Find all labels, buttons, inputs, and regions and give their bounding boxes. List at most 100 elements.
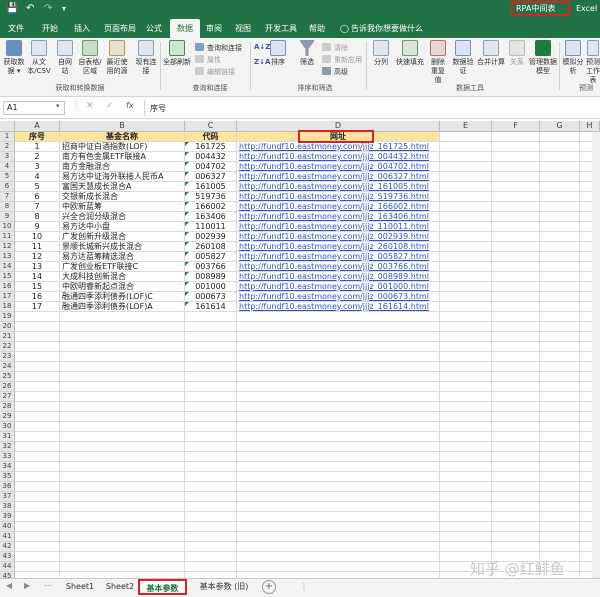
- table-cell[interactable]: [540, 452, 580, 462]
- row-header[interactable]: 8: [0, 202, 15, 212]
- table-cell[interactable]: 交银新成长混合: [60, 192, 185, 202]
- table-cell[interactable]: [15, 492, 60, 502]
- table-cell[interactable]: [540, 322, 580, 332]
- table-cell[interactable]: [440, 542, 492, 552]
- hyperlink-cell[interactable]: http://fundf10.eastmoney.com/jjjz_002939…: [237, 232, 440, 242]
- hyperlink-cell[interactable]: http://fundf10.eastmoney.com/jjjz_003766…: [237, 262, 440, 272]
- row-header[interactable]: 3: [0, 152, 15, 162]
- existing-connections-button[interactable]: 现有连接: [135, 40, 157, 76]
- table-cell[interactable]: [440, 522, 492, 532]
- table-cell[interactable]: [540, 512, 580, 522]
- row-header[interactable]: 1: [0, 132, 15, 142]
- vertical-scrollbar[interactable]: [592, 132, 600, 578]
- row-header[interactable]: 38: [0, 502, 15, 512]
- table-cell[interactable]: [237, 462, 440, 472]
- row-header[interactable]: 36: [0, 482, 15, 492]
- hyperlink-cell[interactable]: http://fundf10.eastmoney.com/jjjz_004432…: [237, 152, 440, 162]
- table-cell[interactable]: [492, 152, 540, 162]
- column-header[interactable]: F: [492, 121, 540, 132]
- refresh-all-button[interactable]: 全部刷新: [163, 40, 191, 67]
- table-cell[interactable]: [185, 362, 237, 372]
- hyperlink-cell[interactable]: http://fundf10.eastmoney.com/jjjz_000673…: [237, 292, 440, 302]
- row-header[interactable]: 32: [0, 442, 15, 452]
- table-cell[interactable]: [492, 212, 540, 222]
- table-cell[interactable]: 163406: [185, 212, 237, 222]
- table-cell[interactable]: [440, 272, 492, 282]
- table-cell[interactable]: [237, 452, 440, 462]
- table-cell[interactable]: [492, 262, 540, 272]
- table-cell[interactable]: 7: [15, 202, 60, 212]
- table-cell[interactable]: 161725: [185, 142, 237, 152]
- table-cell[interactable]: 1: [15, 142, 60, 152]
- table-cell[interactable]: 5: [15, 182, 60, 192]
- table-cell[interactable]: [237, 372, 440, 382]
- table-cell[interactable]: [60, 342, 185, 352]
- menu-insert[interactable]: 插入: [74, 19, 90, 38]
- table-cell[interactable]: [492, 332, 540, 342]
- properties-button[interactable]: 属性: [195, 55, 221, 65]
- table-cell[interactable]: [492, 292, 540, 302]
- table-cell[interactable]: [540, 352, 580, 362]
- table-cell[interactable]: [440, 172, 492, 182]
- table-cell[interactable]: [15, 392, 60, 402]
- table-cell[interactable]: [15, 432, 60, 442]
- table-cell[interactable]: [185, 352, 237, 362]
- table-cell[interactable]: [440, 262, 492, 272]
- table-cell[interactable]: 2: [15, 152, 60, 162]
- save-icon[interactable]: 💾: [6, 3, 18, 15]
- table-cell[interactable]: [540, 392, 580, 402]
- row-header[interactable]: 37: [0, 492, 15, 502]
- table-cell[interactable]: [15, 502, 60, 512]
- table-cell[interactable]: [185, 542, 237, 552]
- table-cell[interactable]: [540, 222, 580, 232]
- table-cell[interactable]: [440, 392, 492, 402]
- table-cell[interactable]: [540, 372, 580, 382]
- table-cell[interactable]: 兴全合润分级混合: [60, 212, 185, 222]
- menu-formulas[interactable]: 公式: [146, 19, 162, 38]
- table-cell[interactable]: [185, 402, 237, 412]
- table-cell[interactable]: [60, 312, 185, 322]
- table-cell[interactable]: [492, 432, 540, 442]
- table-cell[interactable]: 110011: [185, 222, 237, 232]
- table-cell[interactable]: [15, 462, 60, 472]
- table-cell[interactable]: [185, 432, 237, 442]
- table-cell[interactable]: [15, 452, 60, 462]
- table-cell[interactable]: 景顺长城新兴成长混合: [60, 242, 185, 252]
- table-cell[interactable]: [60, 352, 185, 362]
- flash-fill-button[interactable]: 快速填充: [394, 40, 426, 67]
- table-cell[interactable]: [492, 362, 540, 372]
- table-cell[interactable]: [237, 322, 440, 332]
- table-cell[interactable]: [540, 192, 580, 202]
- table-cell[interactable]: [492, 422, 540, 432]
- table-cell[interactable]: 14: [15, 272, 60, 282]
- table-cell[interactable]: [440, 202, 492, 212]
- row-header[interactable]: 43: [0, 552, 15, 562]
- table-cell[interactable]: 9: [15, 222, 60, 232]
- table-cell[interactable]: 易方达中小盘: [60, 222, 185, 232]
- table-cell[interactable]: [60, 502, 185, 512]
- table-cell[interactable]: [440, 322, 492, 332]
- table-cell[interactable]: 161005: [185, 182, 237, 192]
- table-cell[interactable]: [492, 222, 540, 232]
- table-cell[interactable]: [60, 452, 185, 462]
- menu-data[interactable]: 数据: [170, 19, 200, 38]
- table-cell[interactable]: [185, 422, 237, 432]
- table-cell[interactable]: [60, 562, 185, 572]
- table-cell[interactable]: [60, 492, 185, 502]
- queries-connections-button[interactable]: 查询和连接: [195, 43, 242, 53]
- table-cell[interactable]: [60, 382, 185, 392]
- table-cell[interactable]: [60, 522, 185, 532]
- table-cell[interactable]: [15, 372, 60, 382]
- row-header[interactable]: 29: [0, 412, 15, 422]
- table-cell[interactable]: 富国天慧成长混合A: [60, 182, 185, 192]
- table-cell[interactable]: [15, 442, 60, 452]
- row-header[interactable]: 35: [0, 472, 15, 482]
- table-cell[interactable]: 003766: [185, 262, 237, 272]
- table-cell[interactable]: [492, 132, 540, 142]
- table-cell[interactable]: [15, 472, 60, 482]
- table-cell[interactable]: [492, 312, 540, 322]
- table-cell[interactable]: [15, 532, 60, 542]
- table-cell[interactable]: [492, 462, 540, 472]
- table-cell[interactable]: 广发创业板ETF联接C: [60, 262, 185, 272]
- table-cell[interactable]: 15: [15, 282, 60, 292]
